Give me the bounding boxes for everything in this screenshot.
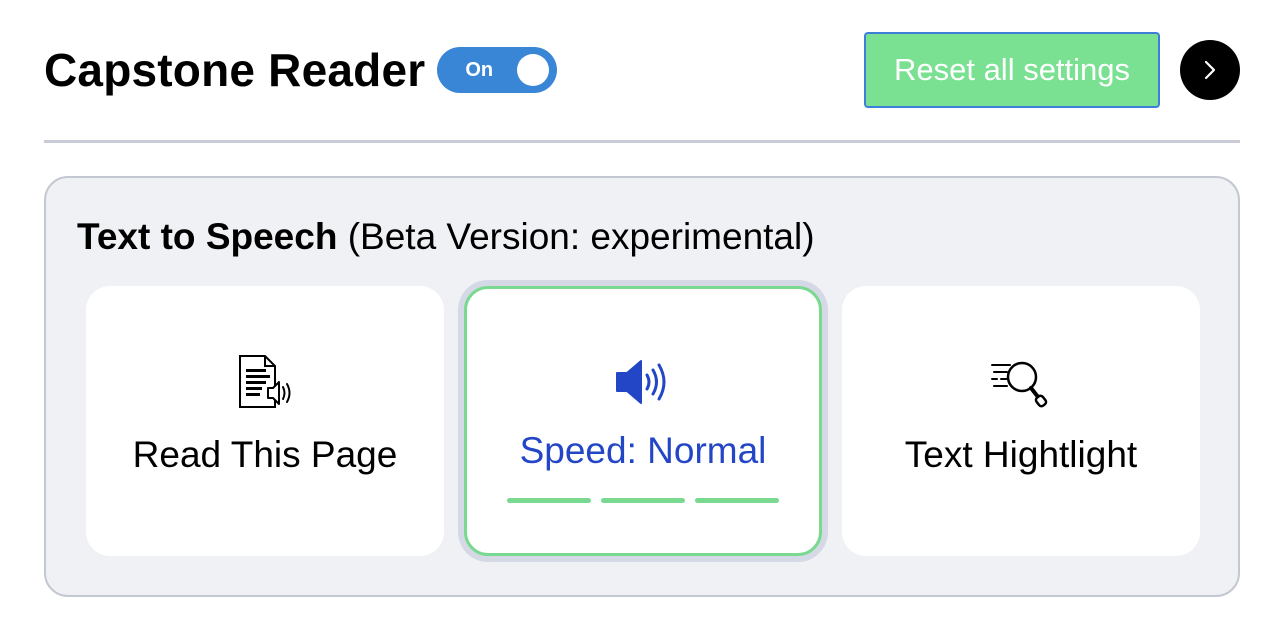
header-divider — [44, 140, 1240, 143]
speaker-icon — [616, 360, 666, 404]
document-audio-icon — [239, 355, 291, 408]
card-icon-wrap — [235, 352, 295, 412]
toggle-knob — [517, 54, 550, 86]
speed-level-indicator — [507, 498, 779, 503]
speed-level-bar — [507, 498, 591, 503]
text-to-speech-panel: Text to Speech (Beta Version: experiment… — [44, 176, 1240, 597]
card-icon-wrap — [613, 352, 673, 412]
text-search-icon — [991, 361, 1048, 408]
header: Capstone Reader On Reset all settings — [44, 30, 1240, 110]
text-highlight-card[interactable]: Text Hightlight — [842, 286, 1200, 556]
panel-title-rest: (Beta Version: experimental) — [337, 216, 815, 257]
next-button[interactable] — [1180, 40, 1240, 100]
card-label: Read This Page — [132, 434, 398, 475]
card-label: Speed: Normal — [519, 430, 767, 471]
reset-all-settings-button[interactable]: Reset all settings — [864, 32, 1160, 108]
panel-title-bold: Text to Speech — [77, 216, 338, 257]
reader-toggle[interactable]: On — [437, 47, 558, 93]
card-label: Text Hightlight — [904, 434, 1138, 475]
toggle-label: On — [465, 58, 494, 81]
speed-level-bar — [695, 498, 779, 503]
app-title: Capstone Reader — [44, 44, 426, 96]
read-this-page-card[interactable]: Read This Page — [86, 286, 444, 556]
panel-title: Text to Speech (Beta Version: experiment… — [77, 216, 815, 258]
chevron-right-icon — [1204, 60, 1216, 80]
speed-card[interactable]: Speed: Normal — [464, 286, 822, 556]
card-icon-wrap — [988, 352, 1054, 412]
speed-level-bar — [601, 498, 685, 503]
